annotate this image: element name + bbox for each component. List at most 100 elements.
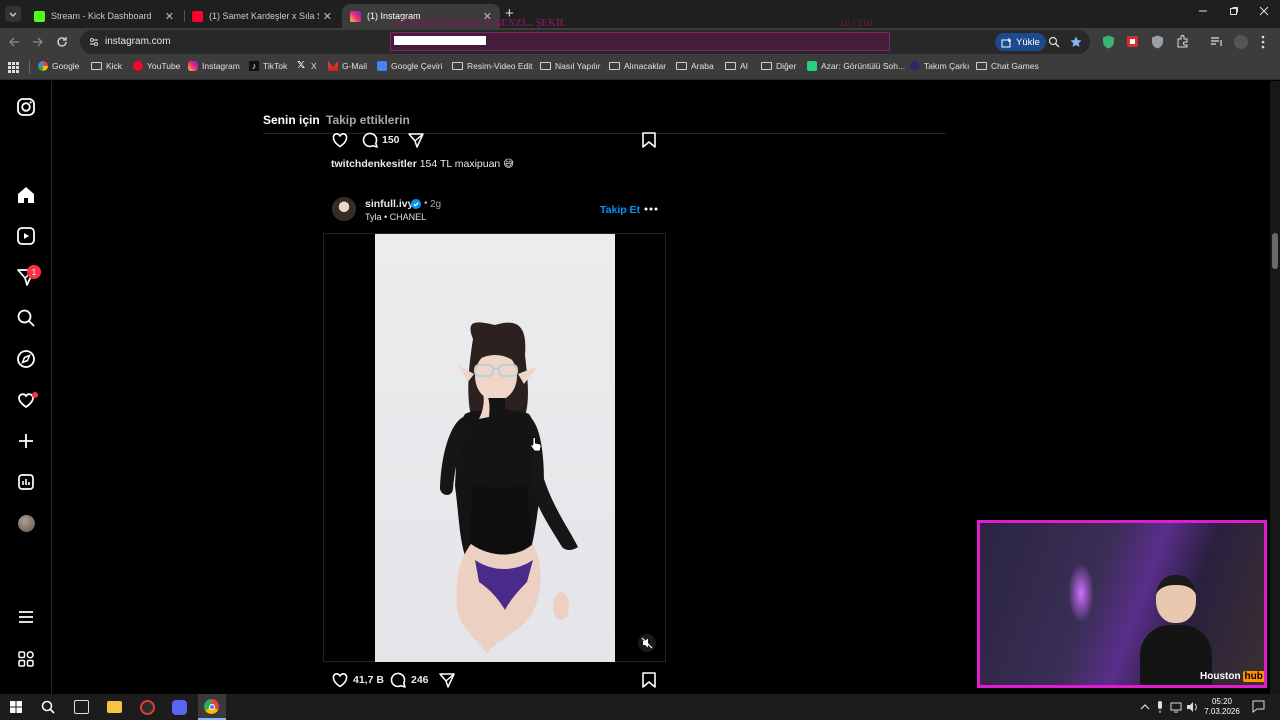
bookmark-alinacaklar[interactable]: Alınacaklar bbox=[609, 61, 666, 71]
reload-icon bbox=[57, 37, 67, 47]
bookmark-resim-video[interactable]: Resim-Video Edit bbox=[452, 61, 533, 71]
stream-alert-banner: SİSTEM UPGRADE'E BENZİ... ŞEKİL bbox=[393, 18, 567, 29]
like-count[interactable]: 41,7 B bbox=[353, 674, 384, 686]
bookmark-label: Diğer bbox=[776, 61, 797, 71]
bookmark-instagram[interactable]: Instagram bbox=[188, 61, 240, 71]
tray-chevron-up-icon[interactable] bbox=[1140, 703, 1150, 711]
back-button[interactable] bbox=[8, 36, 20, 48]
minimize-button[interactable] bbox=[1198, 6, 1208, 16]
more-vertical-icon[interactable] bbox=[1260, 35, 1266, 49]
bookmark-ai[interactable]: AI bbox=[725, 61, 748, 71]
also-from-meta-icon[interactable] bbox=[16, 649, 36, 669]
chrome-taskbar-item[interactable] bbox=[198, 694, 226, 720]
red-extension-icon[interactable] bbox=[1126, 35, 1139, 48]
bookmark-star-icon[interactable] bbox=[1070, 36, 1082, 48]
file-explorer-icon[interactable] bbox=[107, 701, 122, 713]
discord-icon[interactable] bbox=[172, 700, 187, 715]
forward-button[interactable] bbox=[32, 36, 44, 48]
tab-youtube[interactable]: (1) Samet Kardeşler x Sıla Şahin ✕ bbox=[184, 4, 340, 28]
bookmark-google[interactable]: Google bbox=[38, 61, 79, 71]
post-avatar[interactable] bbox=[332, 197, 356, 221]
save-icon[interactable] bbox=[641, 671, 657, 689]
profile-avatar[interactable] bbox=[18, 515, 35, 532]
mute-button[interactable] bbox=[638, 634, 656, 652]
caption-username[interactable]: twitchdenkesitler bbox=[331, 158, 417, 170]
share-icon[interactable] bbox=[407, 131, 425, 149]
tab-for-you[interactable]: Senin için bbox=[263, 113, 320, 127]
close-icon[interactable]: ✕ bbox=[165, 10, 174, 23]
bookmark-araba[interactable]: Araba bbox=[676, 61, 714, 71]
browser-toolbar: instagram.com SİSTEM UPGRADE'E BENZİ... … bbox=[0, 18, 1280, 56]
game-app-icon[interactable] bbox=[140, 700, 155, 715]
scrollbar-thumb[interactable] bbox=[1272, 233, 1278, 269]
bookmark-label: Alınacaklar bbox=[624, 61, 667, 71]
zoom-icon[interactable] bbox=[1048, 36, 1060, 48]
instagram-sidebar: 1 bbox=[0, 81, 52, 694]
create-plus-icon[interactable] bbox=[16, 431, 36, 451]
bookmark-takim-carki[interactable]: Takım Çarkı bbox=[910, 61, 969, 71]
bookmark-diger[interactable]: Diğer bbox=[761, 61, 796, 71]
home-icon[interactable] bbox=[16, 185, 36, 205]
clock[interactable]: 05:20 7.03.2026 bbox=[1202, 697, 1242, 717]
menu-icon[interactable] bbox=[16, 607, 36, 627]
bookmark-translate[interactable]: Google Çeviri bbox=[377, 61, 443, 71]
folder-icon bbox=[452, 62, 463, 70]
media-control-icon[interactable] bbox=[1210, 35, 1223, 48]
post-username[interactable]: sinfull.ivy bbox=[365, 198, 413, 210]
comment-icon[interactable] bbox=[361, 131, 379, 149]
taskview-icon[interactable] bbox=[74, 700, 89, 714]
youtube-icon bbox=[133, 61, 143, 71]
instagram-logo-icon[interactable] bbox=[16, 97, 36, 117]
reels-icon[interactable] bbox=[16, 226, 36, 246]
post-audio[interactable]: Tyla • CHANEL bbox=[365, 212, 426, 222]
search-icon[interactable] bbox=[41, 700, 55, 714]
bookmark-chat-games[interactable]: Chat Games bbox=[976, 61, 1039, 71]
bookmark-x[interactable]: 𝕏X bbox=[297, 61, 317, 72]
share-icon[interactable] bbox=[438, 671, 456, 689]
dashboard-icon[interactable] bbox=[16, 472, 36, 492]
comment-icon[interactable] bbox=[389, 671, 407, 689]
instagram-page: 1 Senin için Takip ettiklerin 150 twitch… bbox=[0, 81, 1280, 694]
page-scrollbar[interactable] bbox=[1270, 81, 1280, 694]
volume-icon[interactable] bbox=[1186, 701, 1198, 713]
restore-button[interactable] bbox=[1229, 6, 1239, 16]
notification-center-icon[interactable] bbox=[1252, 700, 1265, 713]
explore-icon[interactable] bbox=[16, 349, 36, 369]
overlay-brand: Houston hub bbox=[1200, 671, 1264, 682]
tab-kick-dashboard[interactable]: Stream - Kick Dashboard ✕ bbox=[26, 4, 182, 28]
bookmark-azar[interactable]: Azar: Görüntülü Soh... bbox=[807, 61, 905, 71]
close-window-button[interactable] bbox=[1259, 6, 1269, 16]
bookmark-label: Nasıl Yapılır bbox=[555, 61, 601, 71]
profile-avatar[interactable] bbox=[1234, 35, 1248, 49]
search-icon[interactable] bbox=[16, 308, 36, 328]
close-icon[interactable]: ✕ bbox=[323, 10, 332, 23]
bookmark-gmail[interactable]: G-Mail bbox=[328, 61, 367, 71]
windows-start-icon[interactable] bbox=[10, 701, 22, 713]
bookmark-label: G-Mail bbox=[342, 61, 368, 71]
streamer-figure bbox=[1140, 575, 1212, 685]
shield-green-icon[interactable] bbox=[1102, 35, 1115, 49]
address-bar[interactable]: instagram.com SİSTEM UPGRADE'E BENZİ... … bbox=[80, 18, 1090, 54]
bookmark-youtube[interactable]: YouTube bbox=[133, 61, 180, 71]
upload-button[interactable]: Yükle bbox=[995, 33, 1046, 51]
reload-button[interactable] bbox=[56, 36, 68, 48]
microphone-icon[interactable] bbox=[1156, 701, 1164, 713]
site-settings-icon[interactable] bbox=[88, 36, 100, 48]
post-media[interactable] bbox=[323, 233, 666, 662]
like-icon[interactable] bbox=[331, 671, 349, 689]
tab-search-button[interactable] bbox=[5, 6, 21, 22]
puzzle-icon[interactable] bbox=[1176, 35, 1189, 48]
tab-following[interactable]: Takip ettiklerin bbox=[326, 113, 410, 127]
shield-gray-icon[interactable] bbox=[1151, 35, 1164, 49]
apps-grid-icon[interactable] bbox=[8, 62, 19, 73]
save-icon[interactable] bbox=[641, 131, 657, 149]
bookmark-label: Google bbox=[52, 61, 80, 71]
like-icon[interactable] bbox=[331, 131, 349, 149]
follow-button[interactable]: Takip Et bbox=[600, 204, 640, 216]
bookmark-tiktok[interactable]: ♪ TikTok bbox=[249, 61, 287, 71]
bookmark-kick[interactable]: Kick bbox=[91, 61, 122, 71]
more-options-icon[interactable] bbox=[644, 206, 658, 212]
bookmark-label: AI bbox=[740, 61, 749, 71]
bookmark-nasil-yapilir[interactable]: Nasıl Yapılır bbox=[540, 61, 601, 71]
network-icon[interactable] bbox=[1170, 701, 1182, 713]
